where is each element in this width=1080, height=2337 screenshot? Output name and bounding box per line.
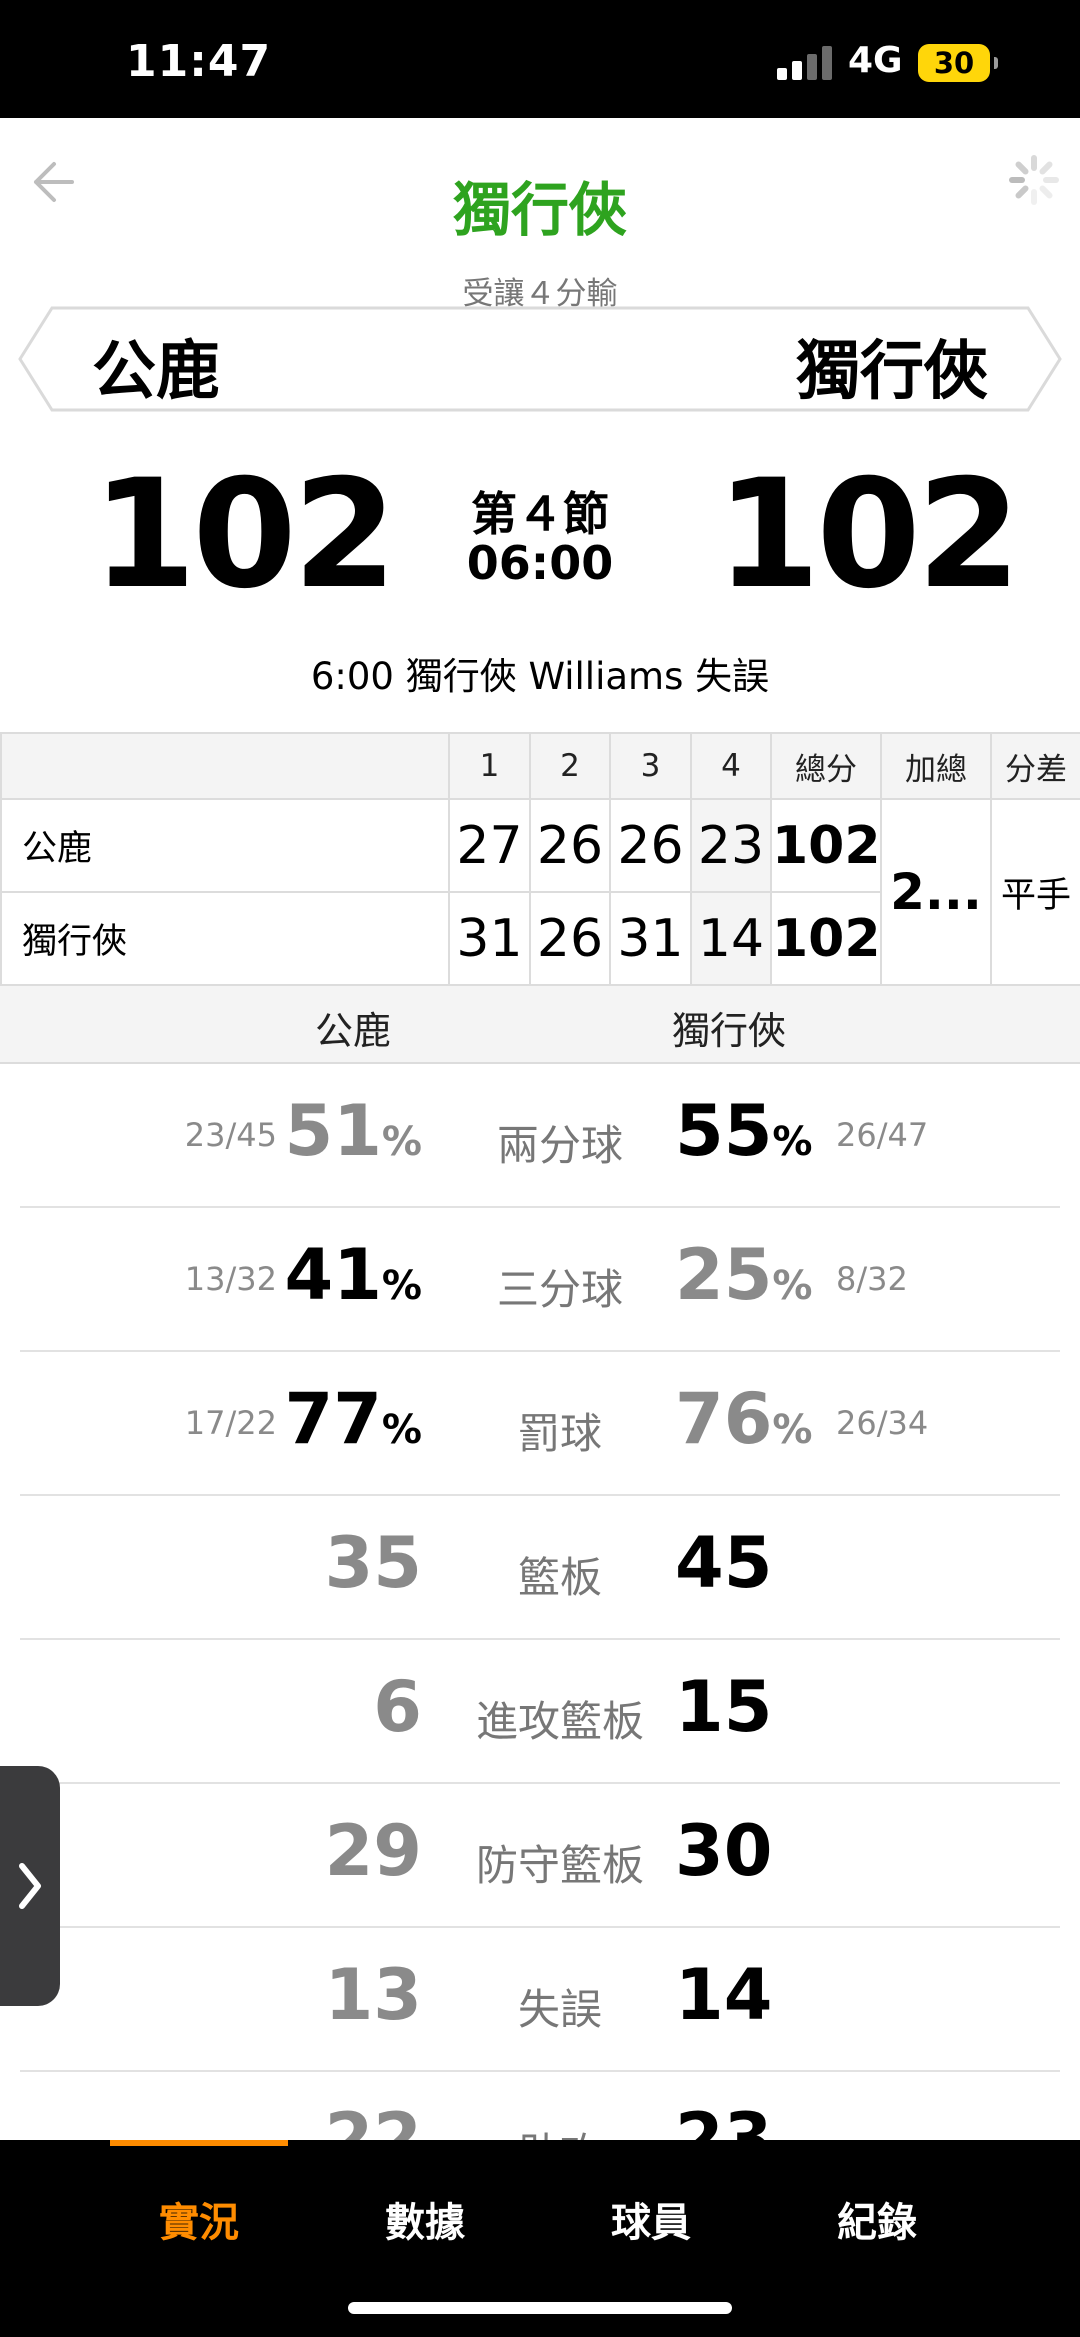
signal-icon [777,46,835,80]
stat-right-value: 14 [675,1954,773,2036]
active-tab-indicator [110,2140,288,2146]
box-score-cell: 31 [448,891,531,986]
stat-label: 兩分球 [496,1121,623,1170]
box-score-cell: 26 [529,891,611,986]
stat-label: 進攻籃板 [475,1697,644,1746]
box-score-header-row: 1 2 3 4 總分 加總 分差 [0,732,1080,800]
box-score-header-q3: 3 [609,732,692,800]
status-time: 11:47 [126,36,272,87]
box-score-team: 獨行俠 [0,891,450,986]
period-label: 第４節 [471,487,609,541]
box-score-header-team [0,732,450,800]
stat-row-defensive-rebounds: 29 防守籃板 30 [20,1784,1060,1928]
home-indicator [348,2302,732,2314]
stat-right-value: 25% [675,1234,813,1316]
box-score-team: 公鹿 [0,798,450,893]
stat-row-rebounds: 35 籃板 45 [20,1496,1060,1640]
box-score-header-sum: 加總 [880,732,992,800]
stat-right-value: 55% [675,1090,813,1172]
stat-row-free-throws: 17/22 77% 罰球 76% 26/34 [20,1352,1060,1496]
stat-left-fraction: 17/22 [184,1404,277,1442]
status-bar: 11:47 4G 30 [0,0,1080,118]
stat-row-assists: 22 助攻 23 [20,2072,1060,2140]
box-score-total: 102 [770,891,882,986]
loading-spinner-icon [1008,154,1060,206]
stat-row-three-pointers: 13/32 41% 三分球 25% 8/32 [20,1208,1060,1352]
stat-label: 罰球 [517,1409,602,1458]
box-score-cell: 31 [609,891,692,986]
stat-row-offensive-rebounds: 6 進攻籃板 15 [20,1640,1060,1784]
tab-stats[interactable]: 數據 [312,2190,538,2248]
table-row: 公鹿 27 26 26 23 102 2... 平手 [0,798,1080,986]
box-score-header-q1: 1 [448,732,531,800]
side-drawer-handle[interactable] [0,1766,60,2006]
box-score-diff: 平手 [990,798,1080,986]
box-score-cell: 14 [690,891,772,986]
stat-right-value: 30 [675,1810,773,1892]
box-score-cell: 26 [609,798,692,893]
stat-right-value: 76% [675,1378,813,1460]
tab-players[interactable]: 球員 [538,2190,764,2248]
stat-right-value: 45 [675,1522,773,1604]
stat-left-fraction: 23/45 [184,1116,277,1154]
box-score-sum: 2... [880,798,992,986]
stat-label: 籃板 [517,1553,602,1602]
stat-right-fraction: 26/34 [836,1404,929,1442]
stat-left-value: 35 [324,1522,422,1604]
box-score-header-q4: 4 [690,732,772,800]
box-score-header-diff: 分差 [990,732,1080,800]
comparison-team-right: 獨行俠 [672,1009,787,1053]
battery-icon: 30 [918,44,998,82]
stat-right-value: 15 [675,1666,773,1748]
page-title: 獨行俠 [452,176,627,244]
stat-label: 防守籃板 [475,1841,644,1890]
stat-label: 失誤 [517,1985,602,2034]
tab-records[interactable]: 紀錄 [764,2190,990,2248]
stat-left-value: 29 [324,1810,422,1892]
network-type: 4G [848,40,903,81]
stat-row-turnovers: 13 失誤 14 [20,1928,1060,2072]
score-right: 102 [716,448,1021,622]
game-clock: 06:00 [466,536,614,590]
comparison-team-left: 公鹿 [315,1009,392,1053]
box-score-cell: 26 [529,798,611,893]
stat-left-value: 41% [284,1234,423,1316]
stat-right-fraction: 26/47 [836,1116,929,1154]
box-score-cell: 23 [690,798,772,893]
last-play-text: 6:00 獨行俠 Williams 失誤 [310,655,770,698]
stat-left-value: 6 [373,1666,422,1748]
stat-left-value: 77% [284,1378,423,1460]
chevron-right-icon [19,1863,41,1909]
comparison-header: 公鹿 獨行俠 [0,984,1080,1064]
stat-left-fraction: 13/32 [184,1260,277,1298]
score-left: 102 [92,448,397,622]
tab-live[interactable]: 實況 [86,2190,312,2248]
stat-left-value: 13 [324,1954,422,2036]
stat-label: 三分球 [496,1265,623,1314]
stat-left-value: 51% [284,1090,423,1172]
stat-left-value: 22 [324,2098,422,2140]
box-score-header-total: 總分 [770,732,882,800]
box-score-header-q2: 2 [529,732,611,800]
box-score-table: 1 2 3 4 總分 加總 分差 公鹿 27 26 26 23 102 2...… [0,732,1080,986]
box-score-cell: 27 [448,798,531,893]
stat-row-two-pointers: 23/45 51% 兩分球 55% 26/47 [20,1064,1060,1208]
stat-right-fraction: 8/32 [836,1260,908,1298]
team-stats-list: 23/45 51% 兩分球 55% 26/47 13/32 41% 三分球 25… [20,1064,1060,2140]
team-right-name[interactable]: 獨行俠 [796,320,988,412]
stat-label: 助攻 [430,2120,690,2140]
stat-right-value: 23 [675,2098,773,2140]
team-left-name[interactable]: 公鹿 [92,320,220,412]
box-score-total: 102 [770,798,882,893]
